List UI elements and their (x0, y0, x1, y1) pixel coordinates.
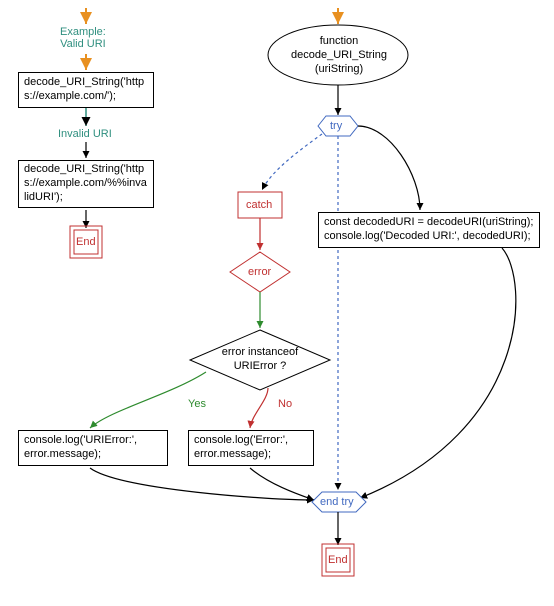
try-body-text: const decodedURI = decodeURI(uriString);… (324, 216, 533, 244)
invalid-uri-label: Invalid URI (58, 128, 112, 140)
log-error-text: console.log('Error:', error.message); (194, 434, 288, 462)
no-label: No (278, 398, 292, 410)
log-error-box: console.log('Error:', error.message); (188, 430, 314, 466)
yes-label: Yes (188, 398, 206, 410)
log-urierror-box: console.log('URIError:', error.message); (18, 430, 168, 466)
call-valid-box: decode_URI_String('https://example.com/'… (18, 72, 154, 108)
left-end-label: End (76, 236, 96, 248)
function-ellipse-label: function decode_URI_String (uriString) (280, 36, 398, 76)
try-body-box: const decodedURI = decodeURI(uriString);… (318, 212, 540, 248)
error-label: error (248, 266, 271, 278)
condition-label: error instanceof URIError ? (200, 344, 320, 376)
try-label: try (330, 120, 342, 132)
end-try-label: end try (320, 496, 354, 508)
catch-label: catch (246, 199, 272, 211)
call-valid-text: decode_URI_String('https://example.com/'… (24, 76, 148, 104)
call-invalid-box: decode_URI_String('https://example.com/%… (18, 160, 154, 208)
log-urierror-text: console.log('URIError:', error.message); (24, 434, 137, 462)
main-end-label: End (328, 554, 348, 566)
call-invalid-text: decode_URI_String('https://example.com/%… (24, 163, 148, 204)
example-valid-label: Example: Valid URI (60, 26, 106, 50)
